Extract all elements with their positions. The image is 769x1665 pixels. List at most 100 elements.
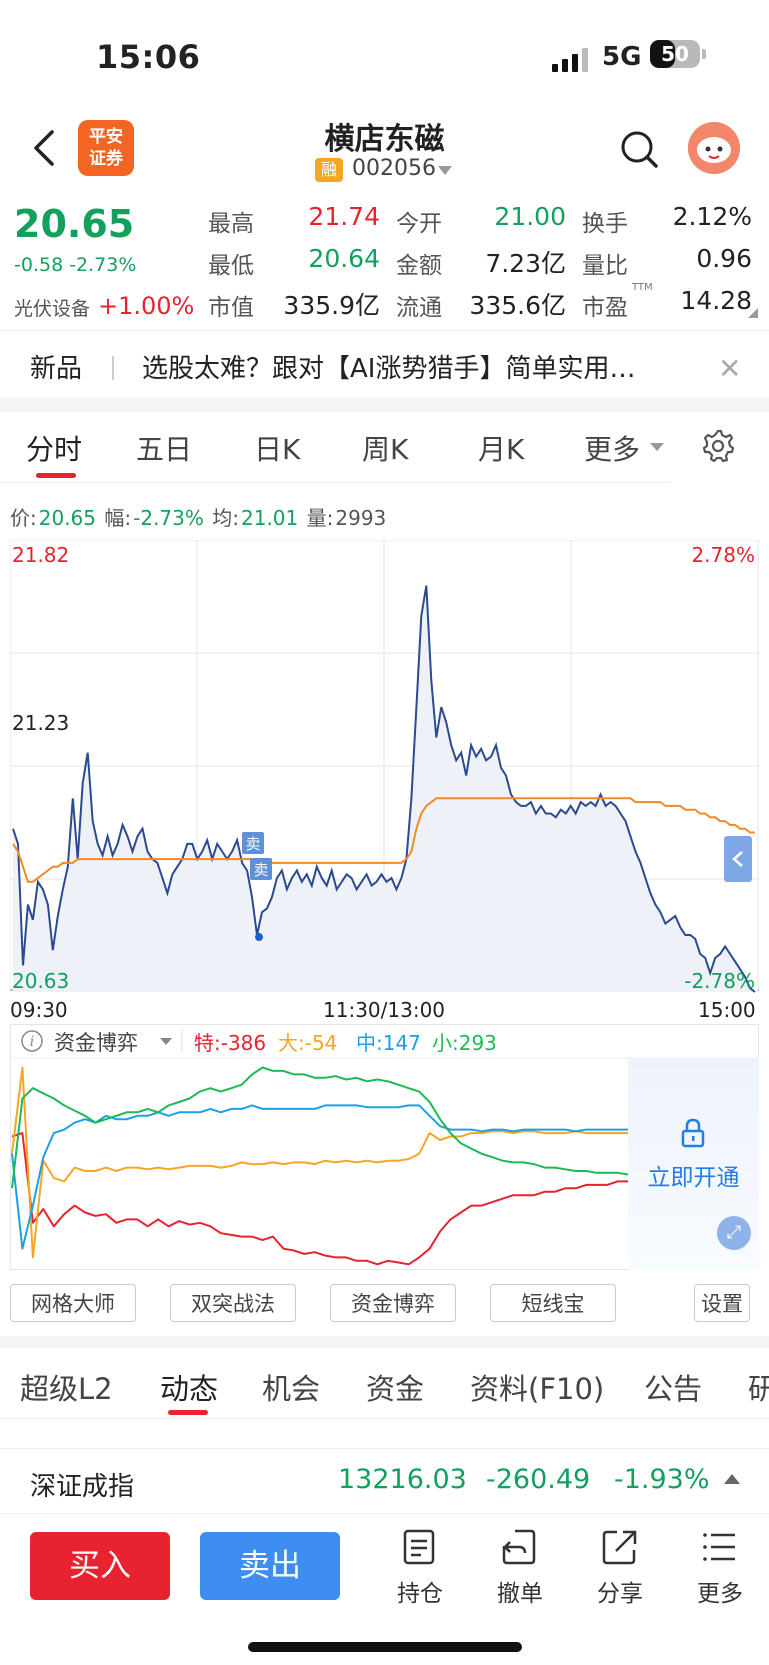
pe-suffix: TTM <box>632 282 653 293</box>
undo-icon <box>502 1529 536 1565</box>
tab-intraday[interactable]: 分时 <box>26 428 82 468</box>
range-label: 幅: <box>104 506 132 530</box>
divider <box>0 482 670 483</box>
info-avg: 21.01 <box>241 506 299 530</box>
y-tick-label: 2.78% <box>691 543 755 567</box>
fund-panel-title: 资金博弈 <box>54 1031 138 1055</box>
quote-value: 0.96 <box>696 244 752 273</box>
battery-level: 50 <box>661 42 689 66</box>
action-label: 分享 <box>597 1581 643 1607</box>
bottom-tab[interactable]: 机会 <box>262 1366 320 1408</box>
bottom-tab[interactable]: 公告 <box>644 1366 702 1408</box>
action-menu[interactable]: 更多 <box>680 1528 760 1608</box>
expand-corner-icon[interactable] <box>748 308 758 318</box>
legend-item: 大:-54 <box>278 1031 337 1055</box>
legend-item: 小:293 <box>432 1031 497 1055</box>
tab-chart-4[interactable]: 月K <box>478 428 524 468</box>
bottom-tab[interactable]: 动态 <box>160 1366 218 1408</box>
current-price: 20.65 <box>14 202 135 246</box>
info-icon-glyph: i <box>30 1034 34 1050</box>
tool-button[interactable]: 网格大师 <box>10 1284 136 1322</box>
y-tick-label: 21.23 <box>12 711 69 735</box>
bottom-tab[interactable]: 超级L2 <box>20 1366 113 1408</box>
chevron-down-icon[interactable] <box>650 443 664 451</box>
sell-marker-label: 卖 <box>254 861 269 879</box>
tab-chart-2[interactable]: 日K <box>254 428 300 468</box>
intraday-chart[interactable]: 卖卖 21.82 21.23 20.63 2.78% -2.78% <box>10 540 759 996</box>
tool-button[interactable]: 资金博弈 <box>330 1284 456 1322</box>
info-price: 20.65 <box>38 506 97 530</box>
bottom-tab[interactable]: 资料(F10) <box>470 1366 604 1408</box>
tool-button[interactable]: 设置 <box>694 1284 750 1322</box>
quote-value: 335.9亿 <box>283 291 380 320</box>
info-range: -2.73% <box>133 506 204 530</box>
document-icon <box>403 1529 435 1565</box>
price-change: -0.58 -2.73% <box>14 254 137 276</box>
bottom-tab[interactable]: 研 <box>748 1366 769 1408</box>
signal-icon <box>552 48 588 72</box>
tab-chart-3[interactable]: 周K <box>362 428 408 468</box>
sell-marker-label: 卖 <box>246 835 261 853</box>
lock-icon <box>681 1118 705 1148</box>
sector-label[interactable]: 光伏设备 <box>14 294 90 321</box>
tool-button[interactable]: 短线宝 <box>490 1284 616 1322</box>
x-tick-label: 09:30 <box>10 998 68 1022</box>
index-percent: -1.93% <box>614 1464 710 1495</box>
network-label: 5G <box>602 42 642 72</box>
banner-separator <box>112 356 114 380</box>
stock-code[interactable]: 002056 <box>352 156 436 181</box>
side-panel-tab <box>724 836 752 882</box>
margin-badge: 融 <box>315 158 343 182</box>
quote-value: 14.28 <box>680 286 752 315</box>
y-tick-label: 21.82 <box>12 543 69 567</box>
banner-text[interactable]: 选股太难？跟对【AI涨势猎手】简单实用… <box>142 348 698 385</box>
home-indicator[interactable] <box>248 1642 522 1652</box>
divider <box>0 1418 769 1419</box>
chart-info-bar: 价: 20.65 幅: -2.73% 均: 21.01 量: 2993 <box>10 502 388 531</box>
vol-label: 量: <box>306 506 334 530</box>
quote-value: 7.23亿 <box>485 249 566 278</box>
share-icon <box>602 1530 637 1565</box>
tab-chart-5[interactable]: 更多 <box>584 428 640 468</box>
tool-button[interactable]: 双突战法 <box>170 1284 296 1322</box>
action-label: 持仓 <box>397 1581 443 1607</box>
legend-item: 特:-386 <box>194 1031 266 1055</box>
status-time: 15:06 <box>96 38 201 76</box>
chevron-up-icon[interactable] <box>724 1474 740 1484</box>
section-gap <box>0 398 769 412</box>
close-icon[interactable]: ✕ <box>718 352 741 385</box>
gear-icon[interactable] <box>700 428 736 464</box>
x-tick-label: 11:30/13:00 <box>323 998 446 1022</box>
quote-value: 20.64 <box>308 244 380 273</box>
search-icon[interactable] <box>618 128 660 170</box>
unlock-button[interactable]: 立即开通 <box>628 1158 759 1192</box>
bottom-tab[interactable]: 资金 <box>366 1366 424 1408</box>
y-tick-label: -2.78% <box>684 969 755 993</box>
action-label: 更多 <box>697 1581 743 1607</box>
chevron-down-icon[interactable] <box>438 166 452 175</box>
legend-item: 中:147 <box>356 1031 421 1055</box>
index-name: 深证成指 <box>30 1472 135 1502</box>
sector-change: +1.00% <box>98 292 195 320</box>
battery-icon: 50 <box>650 40 700 68</box>
index-change: -260.49 <box>486 1464 591 1495</box>
banner-tag: 新品 <box>30 354 83 384</box>
action-share[interactable]: 分享 <box>580 1528 660 1608</box>
battery-cap <box>702 49 706 59</box>
tab-chart-1[interactable]: 五日 <box>136 428 192 468</box>
quote-value: 2.12% <box>672 202 752 231</box>
quote-value: 335.6亿 <box>469 291 566 320</box>
expand-icon[interactable]: ⤢ <box>717 1216 751 1250</box>
active-tab-underline <box>168 1410 208 1415</box>
action-label: 撤单 <box>497 1581 543 1607</box>
index-value: 13216.03 <box>338 1464 467 1495</box>
sell-button[interactable]: 卖出 <box>200 1532 340 1600</box>
buy-button[interactable]: 买入 <box>30 1532 170 1600</box>
action-document[interactable]: 持仓 <box>380 1528 460 1608</box>
info-vol: 2993 <box>335 506 387 530</box>
action-undo[interactable]: 撤单 <box>480 1528 560 1608</box>
active-tab-underline <box>36 473 76 478</box>
section-gap <box>0 1336 769 1348</box>
y-tick-label: 20.63 <box>12 969 69 993</box>
assistant-avatar-icon[interactable] <box>688 122 740 174</box>
